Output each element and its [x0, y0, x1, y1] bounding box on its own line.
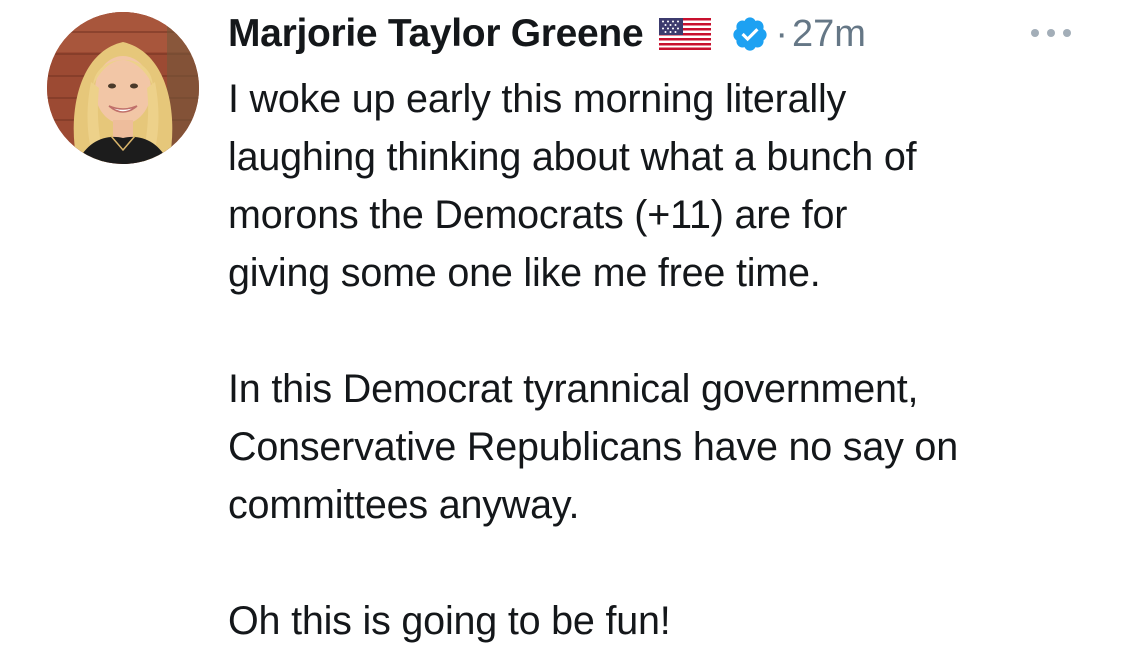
tweet[interactable]: Marjorie Taylor Greene · 27m I woke up e…	[0, 0, 1124, 643]
tweet-line: Oh this is going to be fun!	[228, 599, 671, 643]
us-flag-icon	[659, 18, 712, 50]
tweet-line: morons the Democrats (+11) are for	[228, 193, 848, 237]
verified-badge-icon	[731, 15, 769, 53]
tweet-paragraph: Oh this is going to be fun!	[228, 592, 1108, 650]
ellipsis-icon[interactable]	[1030, 26, 1072, 38]
tweet-paragraph: In this Democrat tyrannical government, …	[228, 360, 1108, 534]
tweet-line: Conservative Republicans have no say on	[228, 425, 958, 469]
tweet-header: Marjorie Taylor Greene · 27m	[228, 8, 866, 60]
tweet-line: In this Democrat tyrannical government,	[228, 367, 919, 411]
tweet-line: committees anyway.	[228, 483, 580, 527]
tweet-line: I woke up early this morning literally	[228, 77, 847, 121]
avatar-photo	[47, 12, 199, 164]
author-display-name[interactable]: Marjorie Taylor Greene	[228, 12, 644, 56]
tweet-line: laughing thinking about what a bunch of	[228, 135, 917, 179]
tweet-paragraph: I woke up early this morning literally l…	[228, 70, 1108, 302]
tweet-text: I woke up early this morning literally l…	[228, 70, 1108, 650]
avatar[interactable]	[47, 12, 199, 164]
tweet-timestamp[interactable]: 27m	[792, 13, 866, 56]
header-separator: ·	[775, 12, 788, 55]
tweet-line: giving some one like me free time.	[228, 251, 821, 295]
